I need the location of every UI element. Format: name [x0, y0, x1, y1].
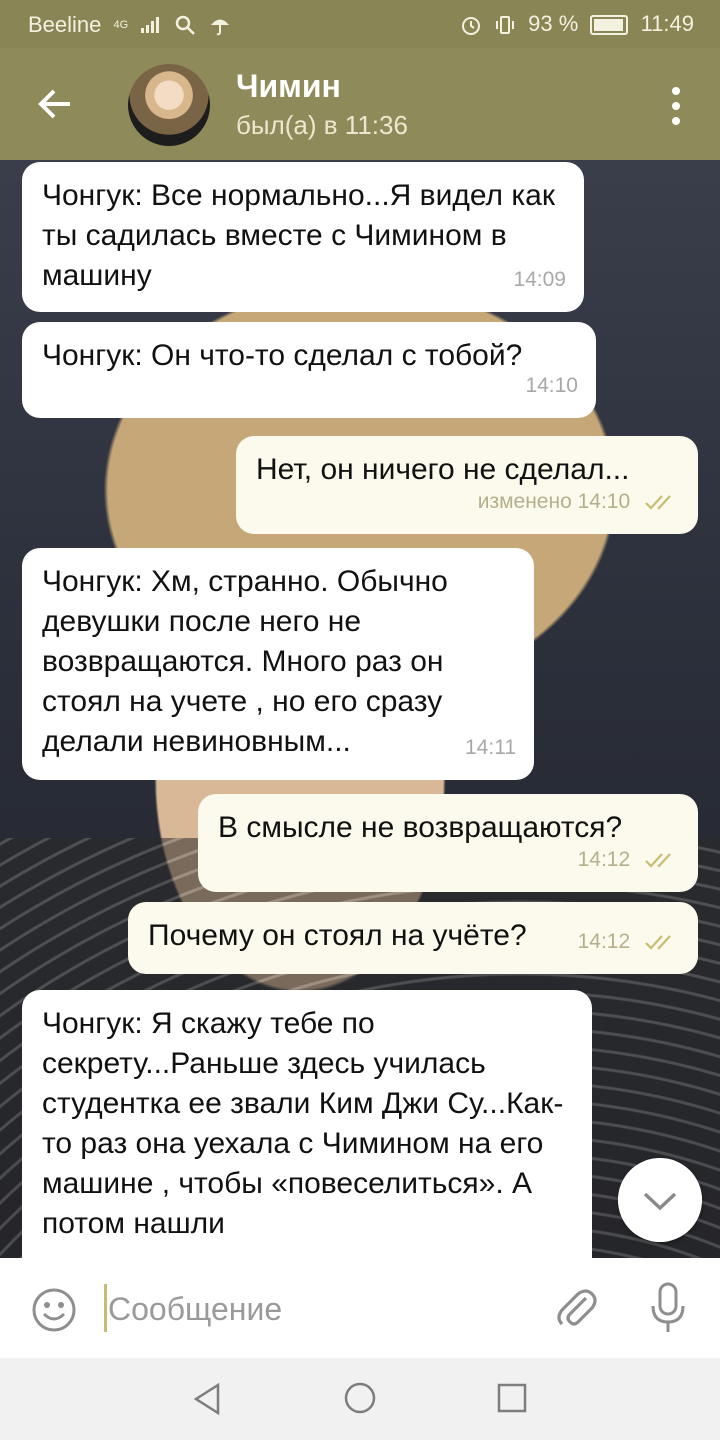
message-time: 14:09: [513, 268, 566, 291]
contact-name[interactable]: Чимин: [236, 68, 341, 105]
nav-back-icon[interactable]: [190, 1382, 224, 1416]
more-vert-icon[interactable]: [670, 86, 682, 126]
message-time-row: 14:12: [578, 840, 680, 880]
network-label: 4G: [113, 19, 129, 32]
message-bubble[interactable]: В смысле не возвращаются? 14:12: [198, 794, 698, 892]
vibrate-icon: [496, 16, 515, 35]
status-right: 93 % 11:49: [460, 11, 694, 37]
scroll-down-button[interactable]: [618, 1158, 702, 1242]
composer-bar: [0, 1258, 720, 1358]
nav-recents-icon[interactable]: [496, 1382, 528, 1414]
attach-icon[interactable]: [552, 1284, 600, 1332]
nav-home-icon[interactable]: [343, 1381, 377, 1415]
message-time: изменено 14:10: [477, 490, 631, 513]
message-time: 14:12: [577, 930, 631, 953]
message-bubble[interactable]: Чонгук: Все нормально...Я видел как ты с…: [22, 162, 584, 312]
message-text: Чонгук: Он что-то сделал с тобой?: [42, 339, 523, 372]
clock: 11:49: [640, 11, 694, 36]
message-text: Чонгук: Все нормально...Я видел как ты с…: [42, 179, 555, 292]
chat-area[interactable]: Чонгук: Все нормально...Я видел как ты с…: [0, 160, 720, 1258]
last-seen: был(а) в 11:36: [236, 110, 408, 140]
message-bubble[interactable]: Чонгук: Хм, странно. Обычно девушки посл…: [22, 548, 534, 780]
message-time: 14:10: [525, 374, 578, 397]
status-left: Beeline 4G: [28, 11, 237, 38]
avatar[interactable]: [128, 64, 210, 146]
read-check-icon: [645, 935, 671, 951]
message-input[interactable]: [106, 1276, 530, 1342]
message-bubble[interactable]: Чонгук: Он что-то сделал с тобой? 14:10: [22, 322, 596, 418]
emoji-icon[interactable]: [30, 1286, 78, 1334]
back-arrow-icon[interactable]: [30, 78, 82, 130]
message-time: 14:12: [577, 848, 631, 871]
read-check-icon: [645, 853, 671, 869]
message-text: В смысле не возвращаются?: [218, 811, 623, 844]
mic-icon[interactable]: [648, 1282, 688, 1334]
system-nav-bar: [0, 1358, 720, 1440]
signal-icon: [141, 17, 160, 34]
read-check-icon: [645, 495, 671, 511]
message-text: Чонгук: Я скажу тебе по секрету...Раньше…: [42, 1007, 564, 1240]
message-time-row: 14:12: [578, 922, 680, 962]
message-time: 14:11: [465, 736, 516, 759]
message-bubble[interactable]: Нет, он ничего не сделал... изменено 14:…: [236, 436, 698, 534]
message-bubble[interactable]: Почему он стоял на учёте? 14:12: [128, 902, 698, 974]
chat-header: Чимин был(а) в 11:36: [0, 48, 720, 160]
message-bubble[interactable]: Чонгук: Я скажу тебе по секрету...Раньше…: [22, 990, 592, 1258]
status-bar: Beeline 4G 93 % 11:49: [0, 0, 720, 48]
search-icon: [176, 15, 196, 36]
carrier-label: Beeline: [28, 12, 102, 38]
message-time-row: изменено 14:10: [478, 482, 680, 522]
message-text: Чонгук: Хм, странно. Обычно девушки посл…: [42, 565, 448, 758]
message-text: Почему он стоял на учёте?: [148, 919, 527, 952]
battery-icon: [590, 15, 629, 36]
umbrella-icon: [210, 19, 229, 36]
alarm-icon: [461, 17, 480, 36]
battery-percent: 93 %: [528, 11, 579, 36]
